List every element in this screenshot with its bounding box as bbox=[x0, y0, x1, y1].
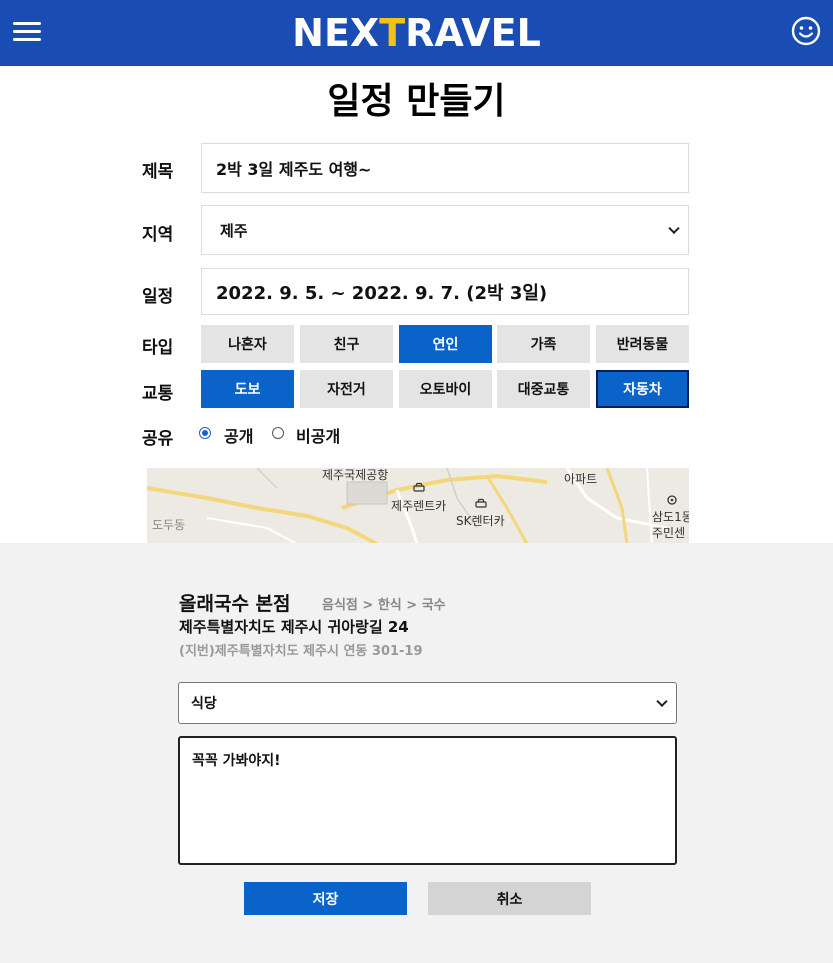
share-label: 공유 bbox=[142, 429, 174, 449]
app-header: NEXTRAVEL bbox=[0, 0, 833, 66]
type-option-friend[interactable]: 친구 bbox=[300, 325, 393, 363]
type-label: 타입 bbox=[142, 338, 174, 358]
map-label-sk-rentcar: SK렌터카 bbox=[456, 514, 505, 528]
transport-option-motorcycle[interactable]: 오토바이 bbox=[399, 370, 492, 408]
car-icon bbox=[475, 498, 487, 508]
region-select-value: 제주 bbox=[220, 221, 248, 240]
type-option-pet[interactable]: 반려동물 bbox=[596, 325, 689, 363]
map-label-community-center: 주민센 bbox=[652, 526, 686, 540]
date-range-value: 2022. 9. 5. ~ 2022. 9. 7. (2박 3일) bbox=[216, 282, 548, 304]
save-button[interactable]: 저장 bbox=[244, 882, 407, 915]
map-view[interactable]: 제주국제공항 아파트 제주렌트카 SK렌터카 도두동 삼도1동 주민센 bbox=[147, 468, 689, 544]
place-kind-value: 식당 bbox=[191, 696, 217, 712]
memo-text: 꼭꼭 가봐야지! bbox=[192, 753, 281, 769]
share-private-label[interactable]: 비공개 bbox=[296, 423, 340, 447]
smile-icon[interactable] bbox=[791, 16, 821, 46]
memo-textarea[interactable]: 꼭꼭 가봐야지! bbox=[178, 736, 677, 865]
title-label: 제목 bbox=[142, 162, 174, 182]
date-label: 일정 bbox=[142, 287, 174, 307]
title-input[interactable]: 2박 3일 제주도 여행~ bbox=[201, 143, 689, 193]
chevron-down-icon bbox=[656, 695, 668, 708]
place-kind-select[interactable]: 식당 bbox=[178, 682, 677, 724]
transport-option-bicycle[interactable]: 자전거 bbox=[300, 370, 393, 408]
share-public-radio[interactable] bbox=[199, 427, 211, 439]
map-label-dodu-dong: 도두동 bbox=[152, 518, 186, 532]
share-private-radio[interactable] bbox=[272, 427, 284, 439]
type-option-alone[interactable]: 나혼자 bbox=[201, 325, 294, 363]
cancel-button[interactable]: 취소 bbox=[428, 882, 591, 915]
place-category: 음식점 > 한식 > 국수 bbox=[322, 598, 446, 613]
car-icon bbox=[413, 482, 425, 492]
chevron-down-icon bbox=[668, 222, 680, 235]
map-label-jeju-rentcar: 제주렌트카 bbox=[391, 499, 447, 513]
region-label: 지역 bbox=[142, 225, 174, 245]
type-option-couple[interactable]: 연인 bbox=[399, 325, 492, 363]
page-title: 일정 만들기 bbox=[327, 81, 506, 122]
map-label-apartment: 아파트 bbox=[564, 472, 598, 486]
date-range-input[interactable]: 2022. 9. 5. ~ 2022. 9. 7. (2박 3일) bbox=[201, 268, 689, 315]
type-option-family[interactable]: 가족 bbox=[497, 325, 590, 363]
map-label-samdo: 삼도1동 bbox=[652, 510, 689, 524]
logo[interactable]: NEXTRAVEL bbox=[0, 11, 833, 55]
place-address: 제주특별자치도 제주시 귀아랑길 24 bbox=[179, 618, 409, 636]
place-jibun-address: (지번)제주특별자치도 제주시 연동 301-19 bbox=[179, 644, 423, 659]
place-name: 올래국수 본점 bbox=[179, 593, 291, 615]
title-input-value: 2박 3일 제주도 여행~ bbox=[216, 160, 372, 179]
transport-option-walk[interactable]: 도보 bbox=[201, 370, 294, 408]
transport-option-car[interactable]: 자동차 bbox=[596, 370, 689, 408]
transport-label: 교통 bbox=[142, 384, 174, 404]
region-select[interactable]: 제주 bbox=[201, 205, 689, 255]
map-label-airport: 제주국제공항 bbox=[322, 468, 389, 482]
transport-option-public[interactable]: 대중교통 bbox=[497, 370, 590, 408]
share-public-label[interactable]: 공개 bbox=[224, 423, 253, 447]
